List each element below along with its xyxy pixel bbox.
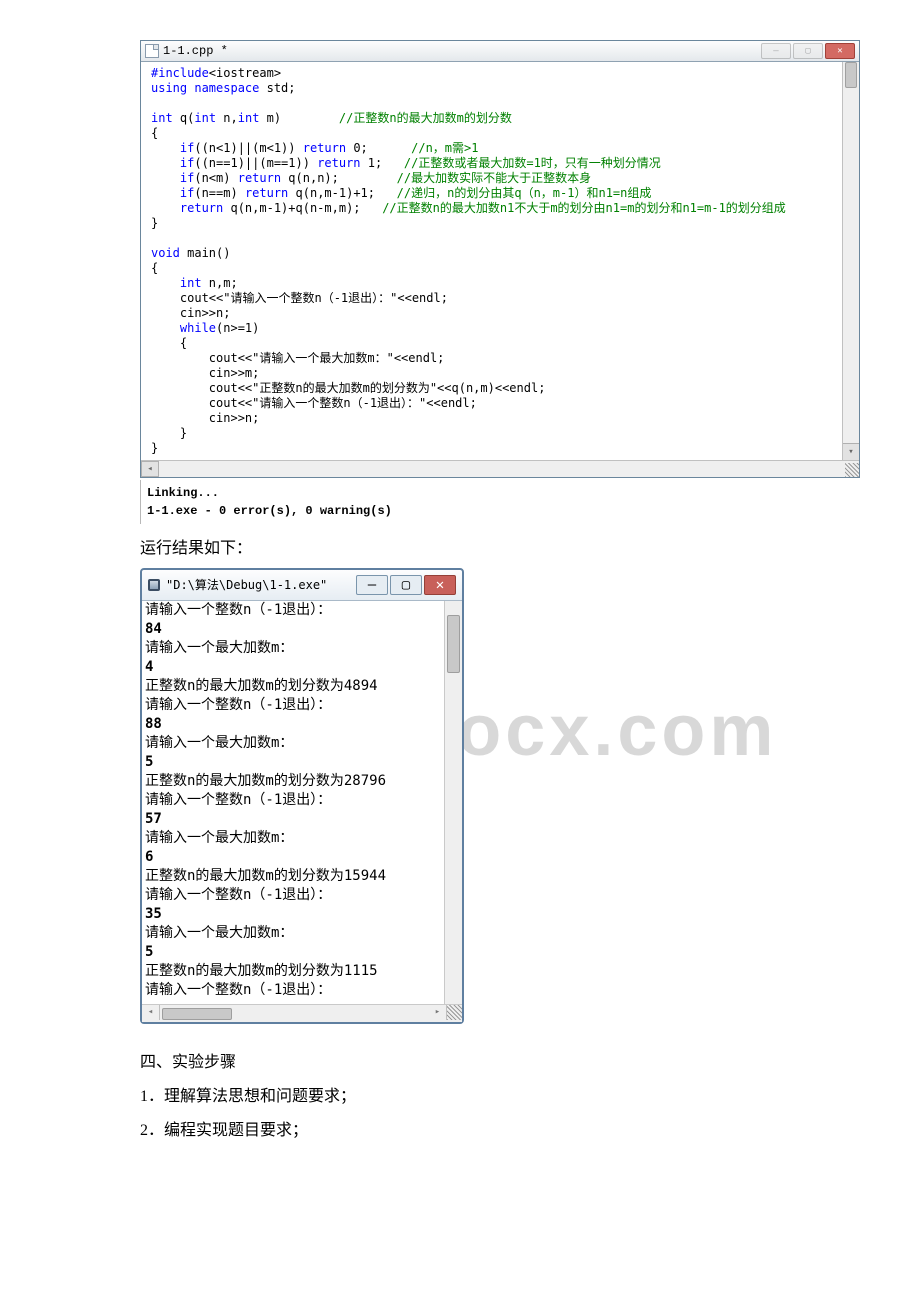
scroll-left-arrow[interactable]: ◂ bbox=[141, 461, 159, 477]
step-1: 1．理解算法思想和问题要求； bbox=[140, 1082, 860, 1106]
editor-body[interactable]: #include<iostream> using namespace std; … bbox=[141, 62, 859, 460]
maximize-button[interactable]: ▢ bbox=[793, 43, 823, 59]
step-2: 2．编程实现题目要求； bbox=[140, 1116, 860, 1140]
console-scroll-right[interactable]: ▸ bbox=[429, 1005, 447, 1020]
console-vertical-scrollbar[interactable] bbox=[444, 601, 462, 1004]
minimize-button[interactable]: — bbox=[761, 43, 791, 59]
close-button[interactable]: ✕ bbox=[825, 43, 855, 59]
scroll-down-arrow[interactable]: ▾ bbox=[843, 443, 859, 460]
console-resize-grip[interactable] bbox=[447, 1005, 462, 1020]
section-heading: 四、实验步骤 bbox=[140, 1048, 860, 1072]
editor-titlebar[interactable]: 1-1.cpp * — ▢ ✕ bbox=[141, 41, 859, 62]
build-output: Linking... 1-1.exe - 0 error(s), 0 warni… bbox=[140, 480, 860, 524]
console-minimize-button[interactable]: — bbox=[356, 575, 388, 595]
console-title: "D:\算法\Debug\1-1.exe" bbox=[166, 576, 327, 595]
build-linking: Linking... bbox=[147, 486, 219, 500]
result-caption: 运行结果如下： bbox=[140, 534, 860, 558]
console-body[interactable]: 请输入一个整数n（-1退出）： 84 请输入一个最大加数m： 4 正整数n的最大… bbox=[142, 601, 462, 1022]
horizontal-scrollbar[interactable]: ◂ bbox=[141, 460, 859, 477]
build-result: 1-1.exe - 0 error(s), 0 warning(s) bbox=[147, 504, 392, 518]
code-editor-window: 1-1.cpp * — ▢ ✕ #include<iostream> using… bbox=[140, 40, 860, 478]
console-scroll-left[interactable]: ◂ bbox=[142, 1005, 160, 1020]
console-scroll-thumb[interactable] bbox=[447, 615, 460, 673]
console-horizontal-scrollbar[interactable]: ◂ ▸ bbox=[142, 1004, 462, 1022]
console-window: "D:\算法\Debug\1-1.exe" — ▢ ✕ 请输入一个整数n（-1退… bbox=[140, 568, 464, 1024]
console-hscroll-thumb[interactable] bbox=[162, 1008, 232, 1020]
editor-tab-title: 1-1.cpp * bbox=[163, 44, 228, 59]
file-icon bbox=[145, 44, 159, 58]
vertical-scrollbar[interactable]: ▾ bbox=[842, 62, 859, 460]
resize-grip[interactable] bbox=[845, 463, 859, 477]
console-output: 请输入一个整数n（-1退出）： 84 请输入一个最大加数m： 4 正整数n的最大… bbox=[143, 601, 462, 1022]
source-code: #include<iostream> using namespace std; … bbox=[151, 66, 853, 456]
console-close-button[interactable]: ✕ bbox=[424, 575, 456, 595]
console-maximize-button[interactable]: ▢ bbox=[390, 575, 422, 595]
console-titlebar[interactable]: "D:\算法\Debug\1-1.exe" — ▢ ✕ bbox=[142, 570, 462, 601]
console-icon bbox=[148, 579, 160, 591]
scroll-thumb[interactable] bbox=[845, 62, 857, 88]
